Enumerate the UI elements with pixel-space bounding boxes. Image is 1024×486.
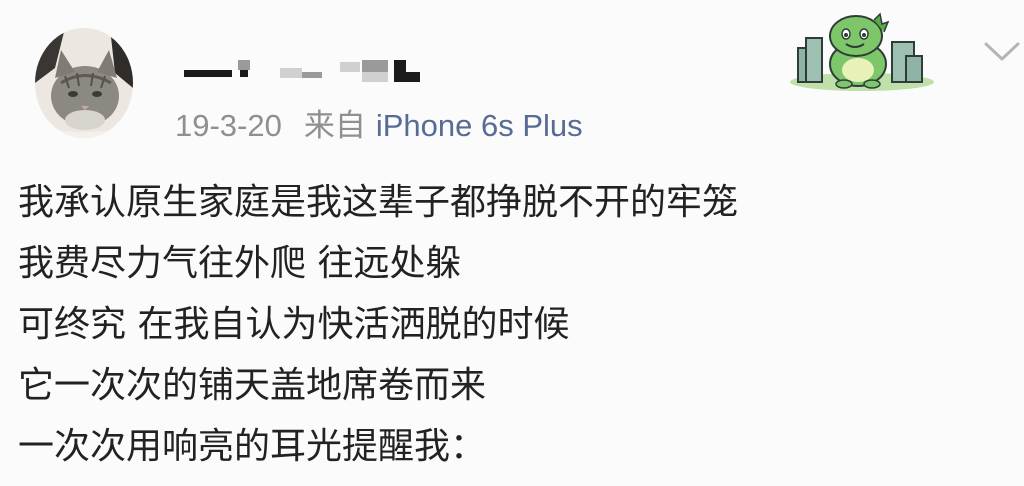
green-dinosaur-sticker-icon [788,8,936,92]
username-redacted[interactable] [180,60,440,86]
post-date: 19-3-20 [175,108,282,143]
post-line: 我承认原生家庭是我这辈子都挣脱不开的牢笼 [18,182,739,223]
post-content: 我承认原生家庭是我这辈子都挣脱不开的牢笼 我费尽力气往外爬 往远处躲 可终究 在… [18,172,738,477]
source-prefix: 来自 [303,108,366,143]
cat-avatar-icon [35,28,133,138]
weibo-post: 19-3-20 来自 iPhone 6s Plus 我承认原生家庭是我这辈子都挣… [0,0,1024,486]
post-line: 一次次用响亮的耳光提醒我： [18,426,487,467]
user-avatar[interactable] [35,28,133,138]
post-line: 我费尽力气往外爬 往远处躲 [18,243,462,284]
post-meta: 19-3-20 来自 iPhone 6s Plus [175,100,583,145]
post-line: 它一次次的铺天盖地席卷而来 [18,365,487,406]
post-line: 可终究 在我自认为快活洒脱的时候 [18,304,570,345]
device-link[interactable]: iPhone 6s Plus [376,108,583,143]
chevron-down-icon[interactable] [983,40,1021,64]
